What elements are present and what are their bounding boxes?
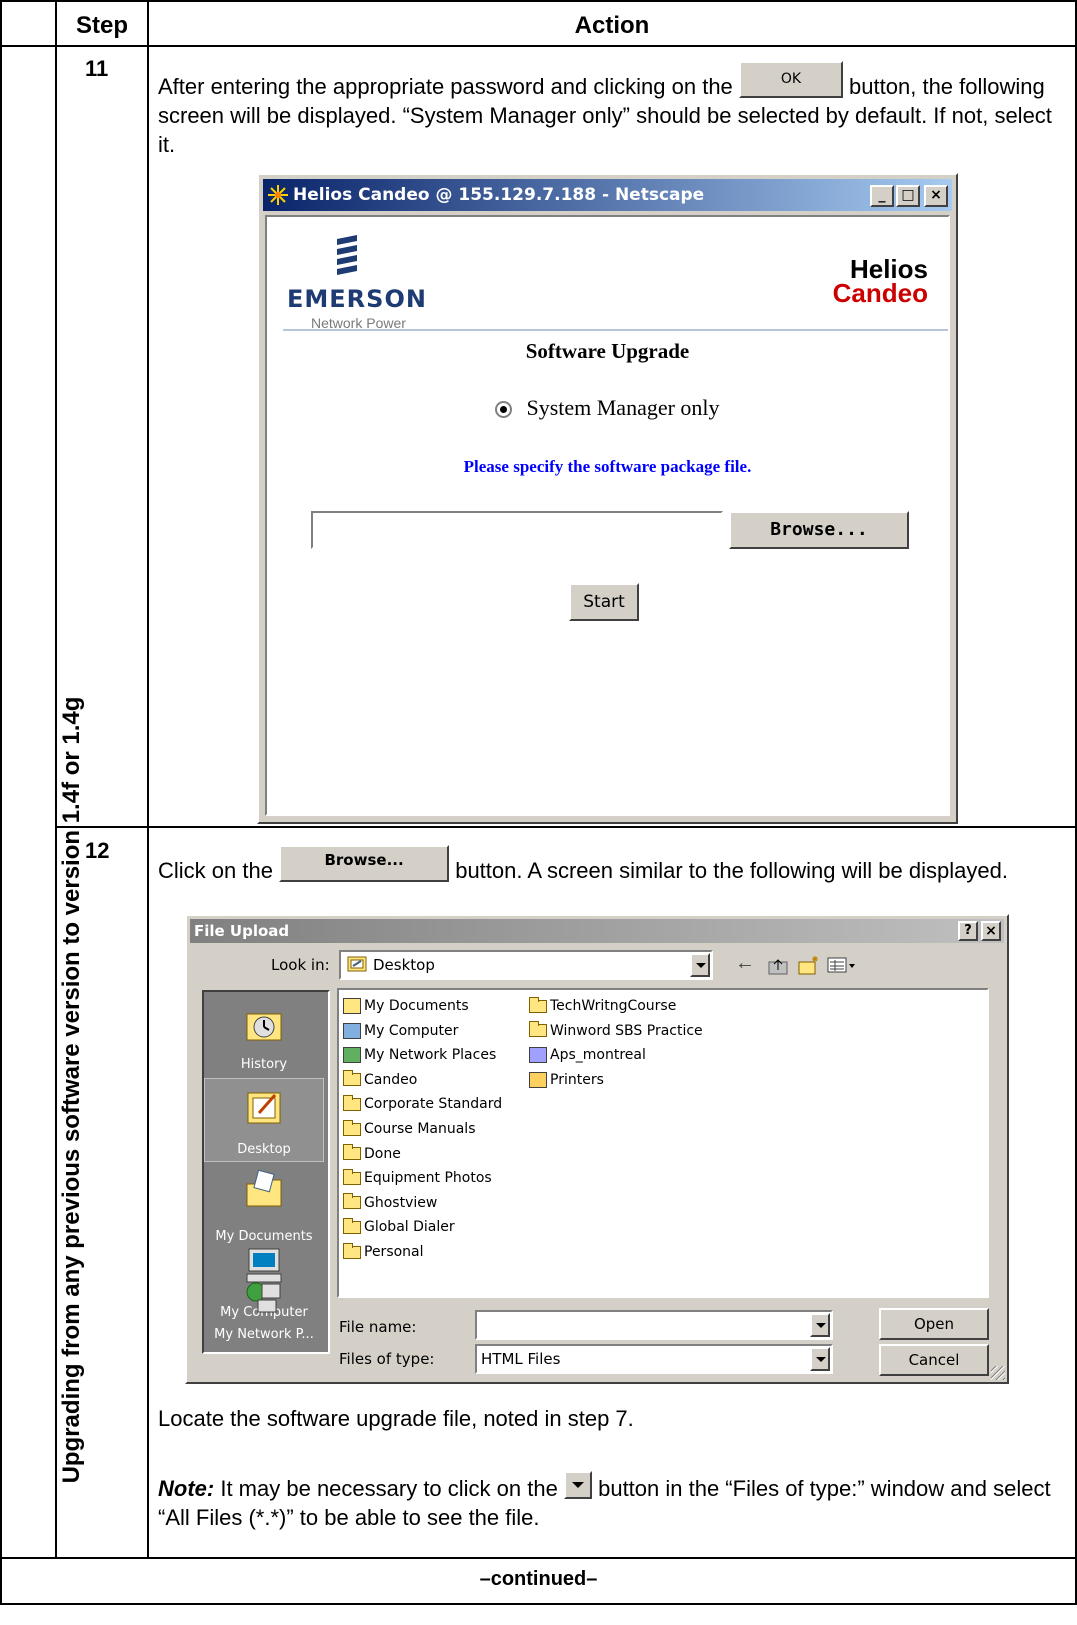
- locate-instruction: Locate the software upgrade file, noted …: [158, 1406, 634, 1431]
- file-list-item[interactable]: Personal: [343, 1240, 424, 1264]
- netscape-app-icon: [268, 185, 288, 205]
- look-in-dropdown-arrow[interactable]: [690, 953, 710, 977]
- place-my-network[interactable]: My Network P...: [204, 1282, 324, 1352]
- folder-icon: [529, 1021, 547, 1038]
- step-12-text: Click on the Browse... button. A screen …: [158, 844, 1063, 885]
- file-list-item[interactable]: My Network Places: [343, 1043, 496, 1067]
- file-name-label: File name:: [339, 1318, 417, 1336]
- dialog-title: File Upload: [194, 922, 290, 940]
- cancel-button[interactable]: Cancel: [879, 1344, 989, 1376]
- dropdown-arrow-button-image: [563, 1471, 592, 1500]
- open-button[interactable]: Open: [879, 1308, 989, 1340]
- system-manager-radio-row[interactable]: System Manager only: [267, 395, 948, 421]
- continued-footer: –continued–: [479, 1568, 598, 1590]
- file-list-item[interactable]: Aps_montreal: [529, 1043, 646, 1067]
- place-desktop[interactable]: Desktop: [204, 1078, 324, 1162]
- start-button[interactable]: Start: [569, 583, 639, 621]
- files-of-type-label: Files of type:: [339, 1350, 435, 1368]
- file-list-item[interactable]: My Documents: [343, 994, 469, 1018]
- place-history[interactable]: History: [204, 992, 324, 1076]
- close-button[interactable]: ×: [924, 185, 948, 207]
- step-number-12: 12: [85, 838, 110, 863]
- dialog-close-button[interactable]: ×: [981, 921, 1001, 941]
- history-icon: [246, 1013, 282, 1041]
- folder-icon: [343, 1119, 361, 1136]
- ok-button-image: OK: [738, 60, 843, 98]
- file-list[interactable]: My Documents My Computer My Network Places…: [337, 988, 989, 1298]
- system-manager-radio[interactable]: [495, 401, 513, 419]
- helios-candeo-logo: Helios Candeo: [832, 254, 928, 308]
- place-my-documents[interactable]: My Documents: [204, 1164, 324, 1248]
- places-bar: History Desktop My Documents My Computer…: [202, 990, 330, 1354]
- dialog-titlebar: File Upload ? ×: [190, 919, 1004, 943]
- files-of-type-select[interactable]: HTML Files: [475, 1344, 833, 1374]
- file-list-item[interactable]: Printers: [529, 1068, 604, 1092]
- step-number-11: 11: [85, 56, 109, 81]
- maximize-button[interactable]: □: [896, 185, 920, 207]
- netscape-titlebar: Helios Candeo @ 155.129.7.188 - Netscape…: [263, 179, 952, 211]
- file-list-item[interactable]: Winword SBS Practice: [529, 1019, 703, 1043]
- column-header-step: Step: [75, 12, 128, 39]
- my-documents-icon: [343, 998, 361, 1014]
- file-list-item[interactable]: TechWritngCourse: [529, 994, 676, 1018]
- folder-icon: [343, 1193, 361, 1210]
- folder-icon: [343, 1168, 361, 1185]
- file-list-item[interactable]: Equipment Photos: [343, 1166, 492, 1190]
- back-arrow-icon[interactable]: ←: [735, 952, 755, 975]
- new-folder-icon[interactable]: [797, 954, 821, 976]
- printers-icon: [529, 1071, 547, 1088]
- up-folder-icon[interactable]: [767, 956, 789, 976]
- files-of-type-dropdown-arrow[interactable]: [810, 1347, 830, 1371]
- page-heading: Software Upgrade: [525, 339, 690, 363]
- folder-icon: [343, 1242, 361, 1259]
- help-button[interactable]: ?: [958, 921, 978, 941]
- folder-icon: [343, 1144, 361, 1161]
- instruction-text: Please specify the software package file…: [463, 457, 752, 476]
- file-upload-dialog: File Upload ? × Look in: Desktop ← Histo…: [185, 914, 1009, 1384]
- file-list-item[interactable]: My Computer: [343, 1019, 458, 1043]
- file-name-input[interactable]: [475, 1310, 833, 1340]
- netscape-window: Helios Candeo @ 155.129.7.188 - Netscape…: [257, 173, 958, 824]
- file-list-item[interactable]: Done: [343, 1142, 401, 1166]
- note-text: Note: It may be necessary to click on th…: [158, 1471, 1063, 1532]
- my-network-places-icon: [246, 1282, 281, 1313]
- folder-icon: [343, 1094, 361, 1111]
- emerson-logo-icon: [337, 235, 357, 275]
- file-list-item[interactable]: Ghostview: [343, 1191, 437, 1215]
- resize-grip-icon[interactable]: [991, 1366, 1005, 1380]
- network-share-icon: [529, 1047, 547, 1064]
- netscape-title: Helios Candeo @ 155.129.7.188 - Netscape: [293, 185, 705, 205]
- browse-button-image: Browse...: [279, 844, 450, 882]
- folder-icon: [529, 996, 547, 1013]
- my-computer-icon: [343, 1022, 361, 1039]
- desktop-icon: [347, 956, 367, 972]
- look-in-label: Look in:: [271, 956, 330, 974]
- file-name-dropdown-arrow[interactable]: [810, 1313, 830, 1337]
- file-list-item[interactable]: Global Dialer: [343, 1215, 455, 1239]
- desktop-icon: [247, 1092, 281, 1124]
- emerson-logo: EMERSON: [287, 285, 427, 313]
- file-list-item[interactable]: Course Manuals: [343, 1117, 476, 1141]
- folder-icon: [343, 1217, 361, 1234]
- my-network-places-icon: [343, 1047, 361, 1064]
- view-menu-icon[interactable]: [827, 956, 857, 976]
- minimize-button[interactable]: _: [870, 185, 894, 207]
- file-path-input[interactable]: [311, 511, 723, 549]
- folder-icon: [343, 1070, 361, 1087]
- step-11-text: After entering the appropriate password …: [158, 60, 1063, 159]
- file-list-item[interactable]: Candeo: [343, 1068, 417, 1092]
- file-list-item[interactable]: Corporate Standard: [343, 1092, 502, 1116]
- my-documents-icon: [246, 1170, 282, 1207]
- column-header-action: Action: [574, 12, 650, 39]
- look-in-select[interactable]: Desktop: [339, 950, 713, 980]
- header-divider: [283, 329, 948, 331]
- netscape-content: EMERSON Network Power Helios Candeo Soft…: [265, 215, 950, 816]
- browse-button[interactable]: Browse...: [729, 511, 909, 549]
